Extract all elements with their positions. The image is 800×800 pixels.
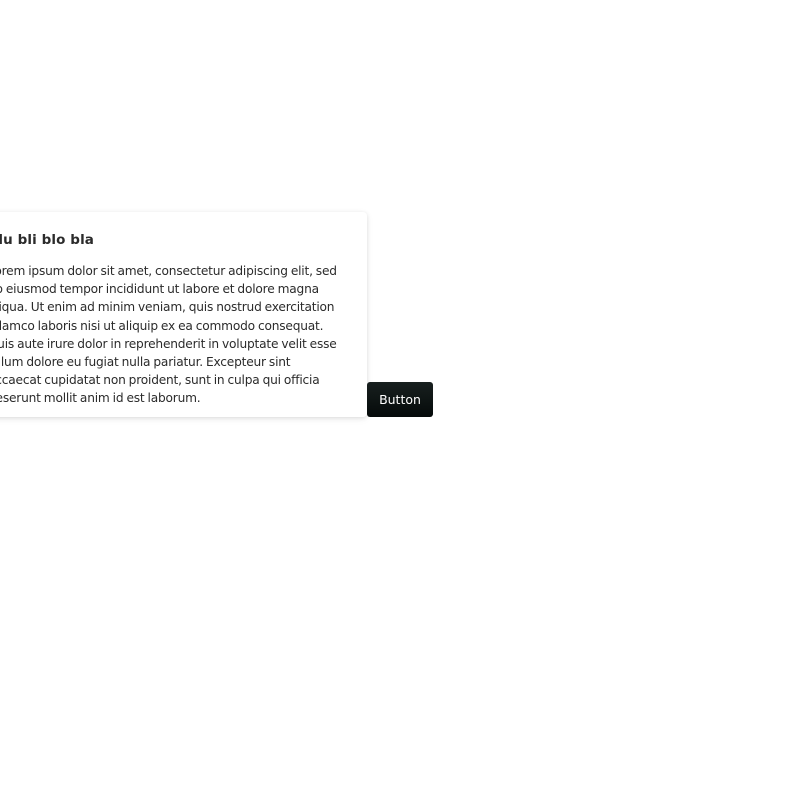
- popover-body: Lorem ipsum dolor sit amet, consectetur …: [0, 264, 337, 406]
- popover-title: Blu bli blo bla: [0, 232, 95, 248]
- popover: Blu bli blo bla Lorem ipsum dolor sit am…: [0, 212, 367, 417]
- popover-trigger-button[interactable]: Button: [367, 382, 433, 417]
- page-canvas: Blu bli blo bla Lorem ipsum dolor sit am…: [0, 0, 800, 800]
